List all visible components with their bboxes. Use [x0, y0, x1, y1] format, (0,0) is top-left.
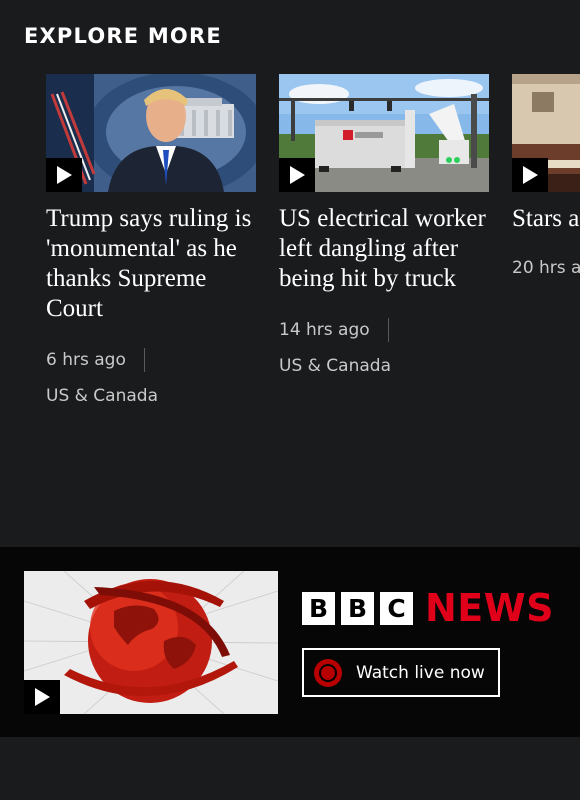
story-carousel[interactable]: Trump says ruling is 'monumental' as he …	[0, 74, 580, 414]
story-headline[interactable]: Stars a Venice Bezos'	[512, 204, 580, 234]
section-title: EXPLORE MORE	[24, 24, 222, 48]
story-meta: 14 hrs ago	[279, 318, 489, 342]
bbc-logo-block: C	[380, 591, 413, 625]
story-thumbnail[interactable]	[46, 74, 256, 192]
news-wordmark: NEWS	[425, 586, 555, 630]
story-card[interactable]: Trump says ruling is 'monumental' as he …	[46, 74, 256, 406]
story-card[interactable]: US electrical worker left dangling after…	[279, 74, 489, 376]
watch-live-label: Watch live now	[356, 662, 485, 683]
bottom-area	[0, 737, 580, 800]
live-icon	[314, 658, 342, 687]
story-meta: 20 hrs ag	[512, 258, 580, 278]
bbc-news-logo[interactable]: B B C NEWS	[302, 589, 554, 627]
play-icon[interactable]	[46, 158, 82, 192]
story-category[interactable]: US & Canada	[279, 356, 489, 376]
story-category[interactable]: US & Canada	[46, 386, 256, 406]
page: EXPLORE MORE Trump says ruling is 'monum…	[0, 0, 580, 800]
play-icon[interactable]	[512, 158, 548, 192]
live-promo-banner: B B C NEWS Watch live now	[0, 547, 580, 737]
story-meta: 6 hrs ago	[46, 348, 256, 372]
bbc-logo-block: B	[341, 591, 374, 625]
play-icon[interactable]	[279, 158, 315, 192]
story-thumbnail[interactable]	[512, 74, 580, 192]
story-timestamp: 14 hrs ago	[279, 320, 370, 340]
globe-graphic	[24, 571, 278, 714]
story-timestamp: 6 hrs ago	[46, 350, 126, 370]
bbc-logo-block: B	[302, 591, 335, 625]
live-promo-thumbnail[interactable]	[24, 571, 278, 714]
meta-divider	[143, 348, 145, 372]
play-icon[interactable]	[24, 680, 60, 714]
meta-divider	[387, 318, 389, 342]
story-thumbnail[interactable]	[279, 74, 489, 192]
story-card[interactable]: Stars a Venice Bezos' 20 hrs ag	[512, 74, 580, 278]
story-headline[interactable]: US electrical worker left dangling after…	[279, 204, 495, 294]
story-timestamp: 20 hrs ag	[512, 258, 580, 278]
watch-live-button[interactable]: Watch live now	[302, 648, 500, 697]
story-headline[interactable]: Trump says ruling is 'monumental' as he …	[46, 204, 262, 324]
